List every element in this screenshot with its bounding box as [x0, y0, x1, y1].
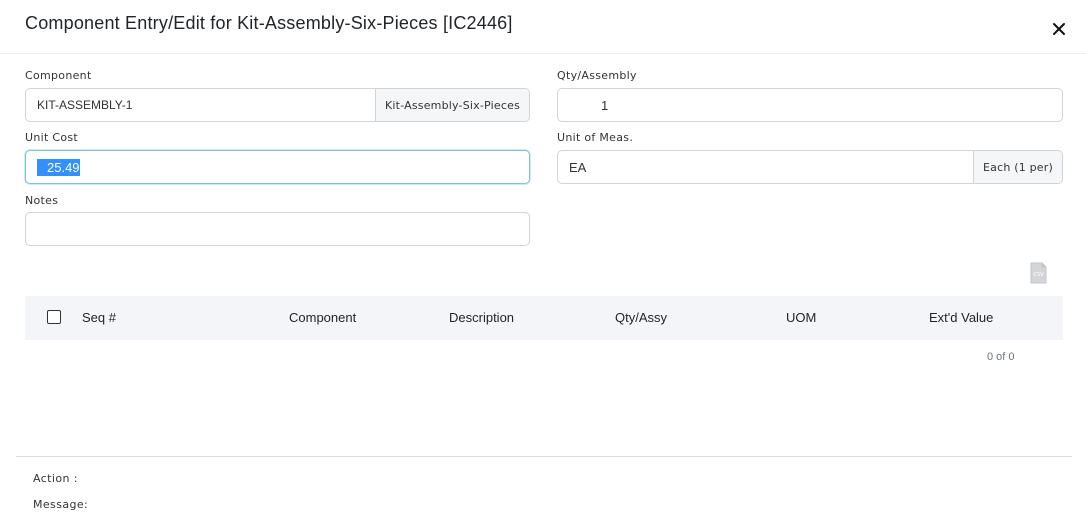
notes-field[interactable] [25, 212, 530, 246]
component-label: Component [25, 69, 92, 82]
unit-cost-field[interactable]: 25.49 [25, 150, 530, 184]
action-label: Action : [33, 472, 78, 485]
unit-cost-value: 25.49 [37, 158, 80, 176]
column-header-qty-assy[interactable]: Qty/Assy [615, 310, 667, 325]
unit-of-meas-label: Unit of Meas. [557, 131, 634, 144]
unit-of-meas-value[interactable]: EA [558, 160, 973, 175]
component-value[interactable]: KIT-ASSEMBLY-1 [26, 98, 375, 112]
select-all-checkbox[interactable] [47, 310, 61, 324]
column-header-uom[interactable]: UOM [786, 310, 816, 325]
unit-cost-label: Unit Cost [25, 131, 79, 144]
dialog-title: Component Entry/Edit for Kit-Assembly-Si… [25, 13, 513, 33]
unit-of-meas-field[interactable]: EA Each (1 per) [557, 150, 1063, 184]
close-icon[interactable] [1049, 19, 1069, 39]
component-description-addon: Kit-Assembly-Six-Pieces [375, 89, 529, 121]
csv-icon-text: CSV [1033, 272, 1044, 278]
dialog-header: Component Entry/Edit for Kit-Assembly-Si… [0, 0, 1086, 54]
table-header: Seq # Component Description Qty/Assy UOM… [25, 296, 1063, 340]
column-header-component[interactable]: Component [289, 310, 356, 325]
unit-of-meas-addon: Each (1 per) [973, 151, 1062, 183]
qty-assembly-label: Qty/Assembly [557, 69, 637, 82]
footer-divider [16, 456, 1072, 457]
column-header-seq[interactable]: Seq # [82, 310, 116, 325]
pagination-info: 0 of 0 [987, 351, 1015, 363]
message-label: Message: [33, 498, 89, 511]
qty-assembly-value[interactable]: 1 [558, 98, 1062, 113]
unit-cost-input[interactable]: 25.49 [26, 158, 80, 176]
notes-label: Notes [25, 194, 59, 207]
column-header-description[interactable]: Description [449, 310, 514, 325]
csv-export-icon[interactable]: CSV [1030, 262, 1047, 284]
component-field[interactable]: KIT-ASSEMBLY-1 Kit-Assembly-Six-Pieces [25, 88, 530, 122]
column-header-extd-value[interactable]: Ext'd Value [929, 310, 993, 325]
qty-assembly-field[interactable]: 1 [557, 88, 1063, 122]
